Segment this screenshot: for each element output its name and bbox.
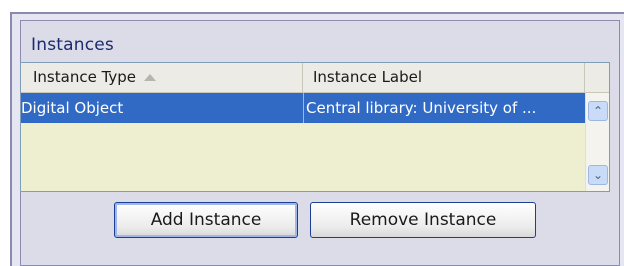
vertical-scrollbar[interactable]: ⌃ ⌄ xyxy=(585,93,609,191)
scroll-down-icon[interactable]: ⌄ xyxy=(588,165,608,185)
remove-instance-button[interactable]: Remove Instance xyxy=(310,202,536,238)
table-header: Instance Type Instance Label xyxy=(21,63,609,93)
table-row[interactable]: Digital Object Central library: Universi… xyxy=(21,93,585,123)
column-header-instance-label[interactable]: Instance Label xyxy=(303,63,585,92)
scroll-up-icon[interactable]: ⌃ xyxy=(588,101,608,121)
column-header-label: Instance Type xyxy=(33,68,137,86)
add-instance-button[interactable]: Add Instance xyxy=(114,202,298,238)
sort-ascending-icon xyxy=(144,74,157,81)
column-header-label: Instance Label xyxy=(313,68,423,86)
instances-table: Instance Type Instance Label Digital Obj… xyxy=(20,62,610,192)
cell-instance-type: Digital Object xyxy=(21,99,124,117)
cell-instance-label: Central library: University of ... xyxy=(303,93,588,123)
panel-title: Instances xyxy=(31,35,114,55)
column-header-instance-type[interactable]: Instance Type xyxy=(21,63,303,92)
